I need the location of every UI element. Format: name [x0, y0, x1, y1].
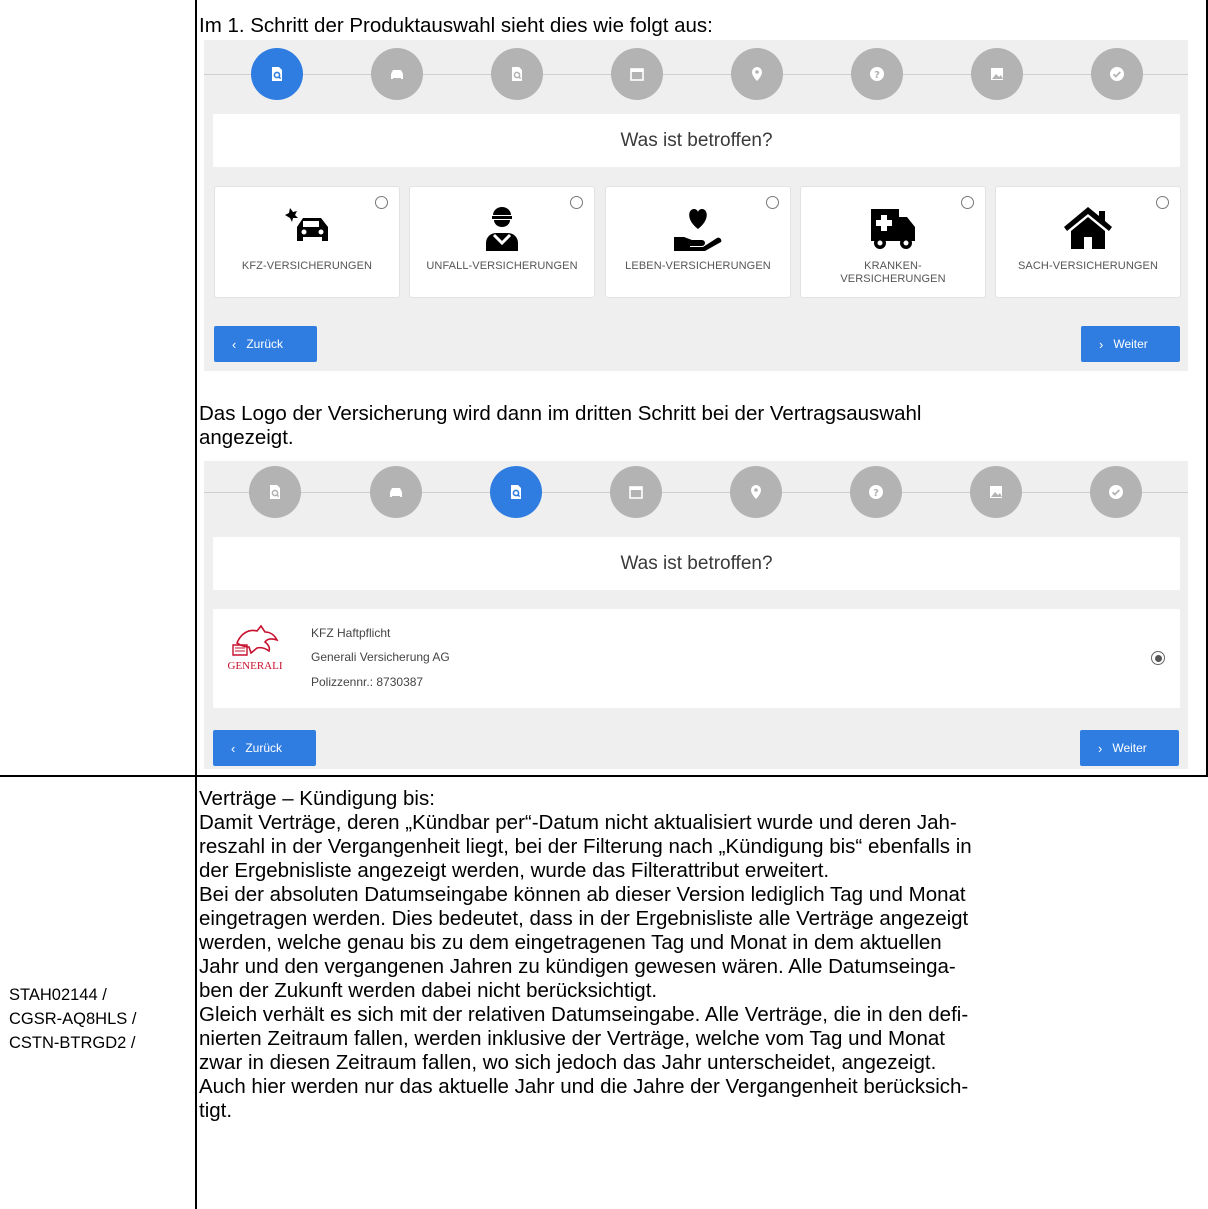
card-radio[interactable]	[1156, 196, 1169, 209]
section-2-line: werden, welche genau bis zu dem eingetra…	[199, 931, 942, 954]
card-radio[interactable]	[570, 196, 583, 209]
logo-text: GENERALI	[228, 660, 283, 671]
step-5-location-pin-icon[interactable]	[731, 48, 783, 100]
svg-text:?: ?	[874, 70, 880, 81]
step-4-calendar-icon[interactable]	[610, 466, 662, 518]
step-7-image-icon[interactable]	[970, 466, 1022, 518]
mid-text-line-2: angezeigt.	[199, 426, 294, 449]
step-3-search-document-icon[interactable]	[491, 48, 543, 100]
step-6-help-icon[interactable]: ?	[851, 48, 903, 100]
back-button-label: Zurück	[246, 337, 284, 351]
next-button[interactable]: › Weiter	[1081, 326, 1180, 362]
chevron-right-icon: ›	[1099, 336, 1104, 352]
contract-radio-selected[interactable]	[1151, 651, 1165, 665]
step-2-car-icon[interactable]	[371, 48, 423, 100]
question-heading: Was ist betroffen?	[213, 537, 1180, 590]
step-3-search-document-icon[interactable]	[490, 466, 542, 518]
section-2-line: Damit Verträge, deren „Kündbar per“-Datu…	[199, 811, 957, 834]
card-label: KRANKEN- VERSICHERUNGEN	[805, 260, 981, 286]
section-2-line: Gleich verhält es sich mit der relativen…	[199, 1003, 969, 1026]
card-kfz[interactable]: KFZ-VERSICHERUNGEN	[214, 186, 400, 298]
stepper-line	[204, 492, 1188, 493]
next-button-label: Weiter	[1113, 337, 1148, 351]
contract-policy-number: Polizzennr.: 8730387	[311, 675, 424, 689]
card-label: LEBEN-VERSICHERUNGEN	[625, 260, 771, 272]
contract-item[interactable]: GENERALI KFZ Haftpflicht Generali Versic…	[213, 609, 1180, 708]
product-selection-screenshot: ? Was ist betroffen? KFZ-VERSICHERUNGEN …	[204, 40, 1188, 371]
table-vertical-divider	[195, 0, 197, 1209]
step-8-check-icon[interactable]	[1090, 466, 1142, 518]
contract-insurer: Generali Versicherung AG	[311, 650, 450, 664]
step-2-car-icon[interactable]	[370, 466, 422, 518]
ticket-id-1: STAH02144 /	[9, 986, 107, 1004]
step-4-calendar-icon[interactable]	[611, 48, 663, 100]
section-2-line: Auch hier werden nur das aktuelle Jahr u…	[199, 1075, 969, 1098]
section-2-line: zwar in diesen Zeitraum fallen, wo sich …	[199, 1051, 937, 1074]
next-button-label: Weiter	[1112, 741, 1147, 755]
back-button[interactable]: ‹ Zurück	[213, 730, 316, 766]
section-2-heading: Verträge – Kündigung bis:	[199, 787, 435, 810]
house-icon	[1064, 207, 1112, 249]
step-1-search-document-icon[interactable]	[249, 466, 301, 518]
step-5-location-pin-icon[interactable]	[730, 466, 782, 518]
intro-text: Im 1. Schritt der Produktauswahl sieht d…	[199, 14, 713, 37]
card-radio[interactable]	[375, 196, 388, 209]
step-8-check-icon[interactable]	[1091, 48, 1143, 100]
contract-selection-screenshot: ? Was ist betroffen? GENERALI KFZ Haftpf…	[204, 461, 1188, 769]
next-button[interactable]: › Weiter	[1080, 730, 1179, 766]
back-button[interactable]: ‹ Zurück	[214, 326, 317, 362]
ambulance-icon	[871, 209, 915, 249]
card-label-line1: KRANKEN-	[864, 260, 922, 272]
card-label-line2: VERSICHERUNGEN	[840, 273, 946, 285]
svg-text:?: ?	[873, 488, 879, 499]
car-crash-icon	[285, 208, 328, 241]
card-sach[interactable]: SACH-VERSICHERUNGEN	[995, 186, 1181, 298]
injured-person-icon	[486, 207, 518, 251]
question-heading: Was ist betroffen?	[213, 114, 1180, 167]
generali-logo: GENERALI	[228, 624, 283, 671]
step-7-image-icon[interactable]	[971, 48, 1023, 100]
heart-hand-icon	[674, 209, 722, 251]
back-button-label: Zurück	[245, 741, 283, 755]
section-2-line: eingetragen werden. Dies bedeutet, dass …	[199, 907, 969, 930]
step-1-search-document-icon[interactable]	[251, 48, 303, 100]
section-2-line: Bei der absoluten Datumseingabe können a…	[199, 883, 966, 906]
card-label: KFZ-VERSICHERUNGEN	[241, 260, 373, 272]
card-label: UNFALL-VERSICHERUNGEN	[426, 260, 578, 272]
card-label: SACH-VERSICHERUNGEN	[1017, 260, 1159, 272]
section-2-line: nierten Zeitraum fallen, werden inklusiv…	[199, 1027, 945, 1050]
section-2-line: tigt.	[199, 1099, 233, 1122]
section-2-line: der Ergebnisliste angezeigt werden, wurd…	[199, 859, 830, 882]
chevron-right-icon: ›	[1098, 740, 1103, 756]
ticket-id-2: CGSR-AQ8HLS /	[9, 1010, 137, 1028]
chevron-left-icon: ‹	[232, 336, 237, 352]
card-radio[interactable]	[766, 196, 779, 209]
card-unfall[interactable]: UNFALL-VERSICHERUNGEN	[409, 186, 595, 298]
card-leben[interactable]: LEBEN-VERSICHERUNGEN	[605, 186, 791, 298]
card-radio[interactable]	[961, 196, 974, 209]
card-kranken[interactable]: KRANKEN- VERSICHERUNGEN	[800, 186, 986, 298]
section-2-line: reszahl in der Vergangenheit liegt, bei …	[199, 835, 972, 858]
section-2-line: Jahr und den vergangenen Jahren zu kündi…	[199, 955, 956, 978]
section-2-line: ben der Zukunft werden dabei nicht berüc…	[199, 979, 658, 1002]
step-6-help-icon[interactable]: ?	[850, 466, 902, 518]
chevron-left-icon: ‹	[231, 740, 236, 756]
ticket-id-3: CSTN-BTRGD2 /	[9, 1034, 136, 1052]
stepper-line	[204, 74, 1188, 75]
contract-product: KFZ Haftpflicht	[311, 626, 391, 640]
mid-text-line-1: Das Logo der Versicherung wird dann im d…	[199, 402, 922, 425]
table-row-divider	[0, 775, 1208, 777]
